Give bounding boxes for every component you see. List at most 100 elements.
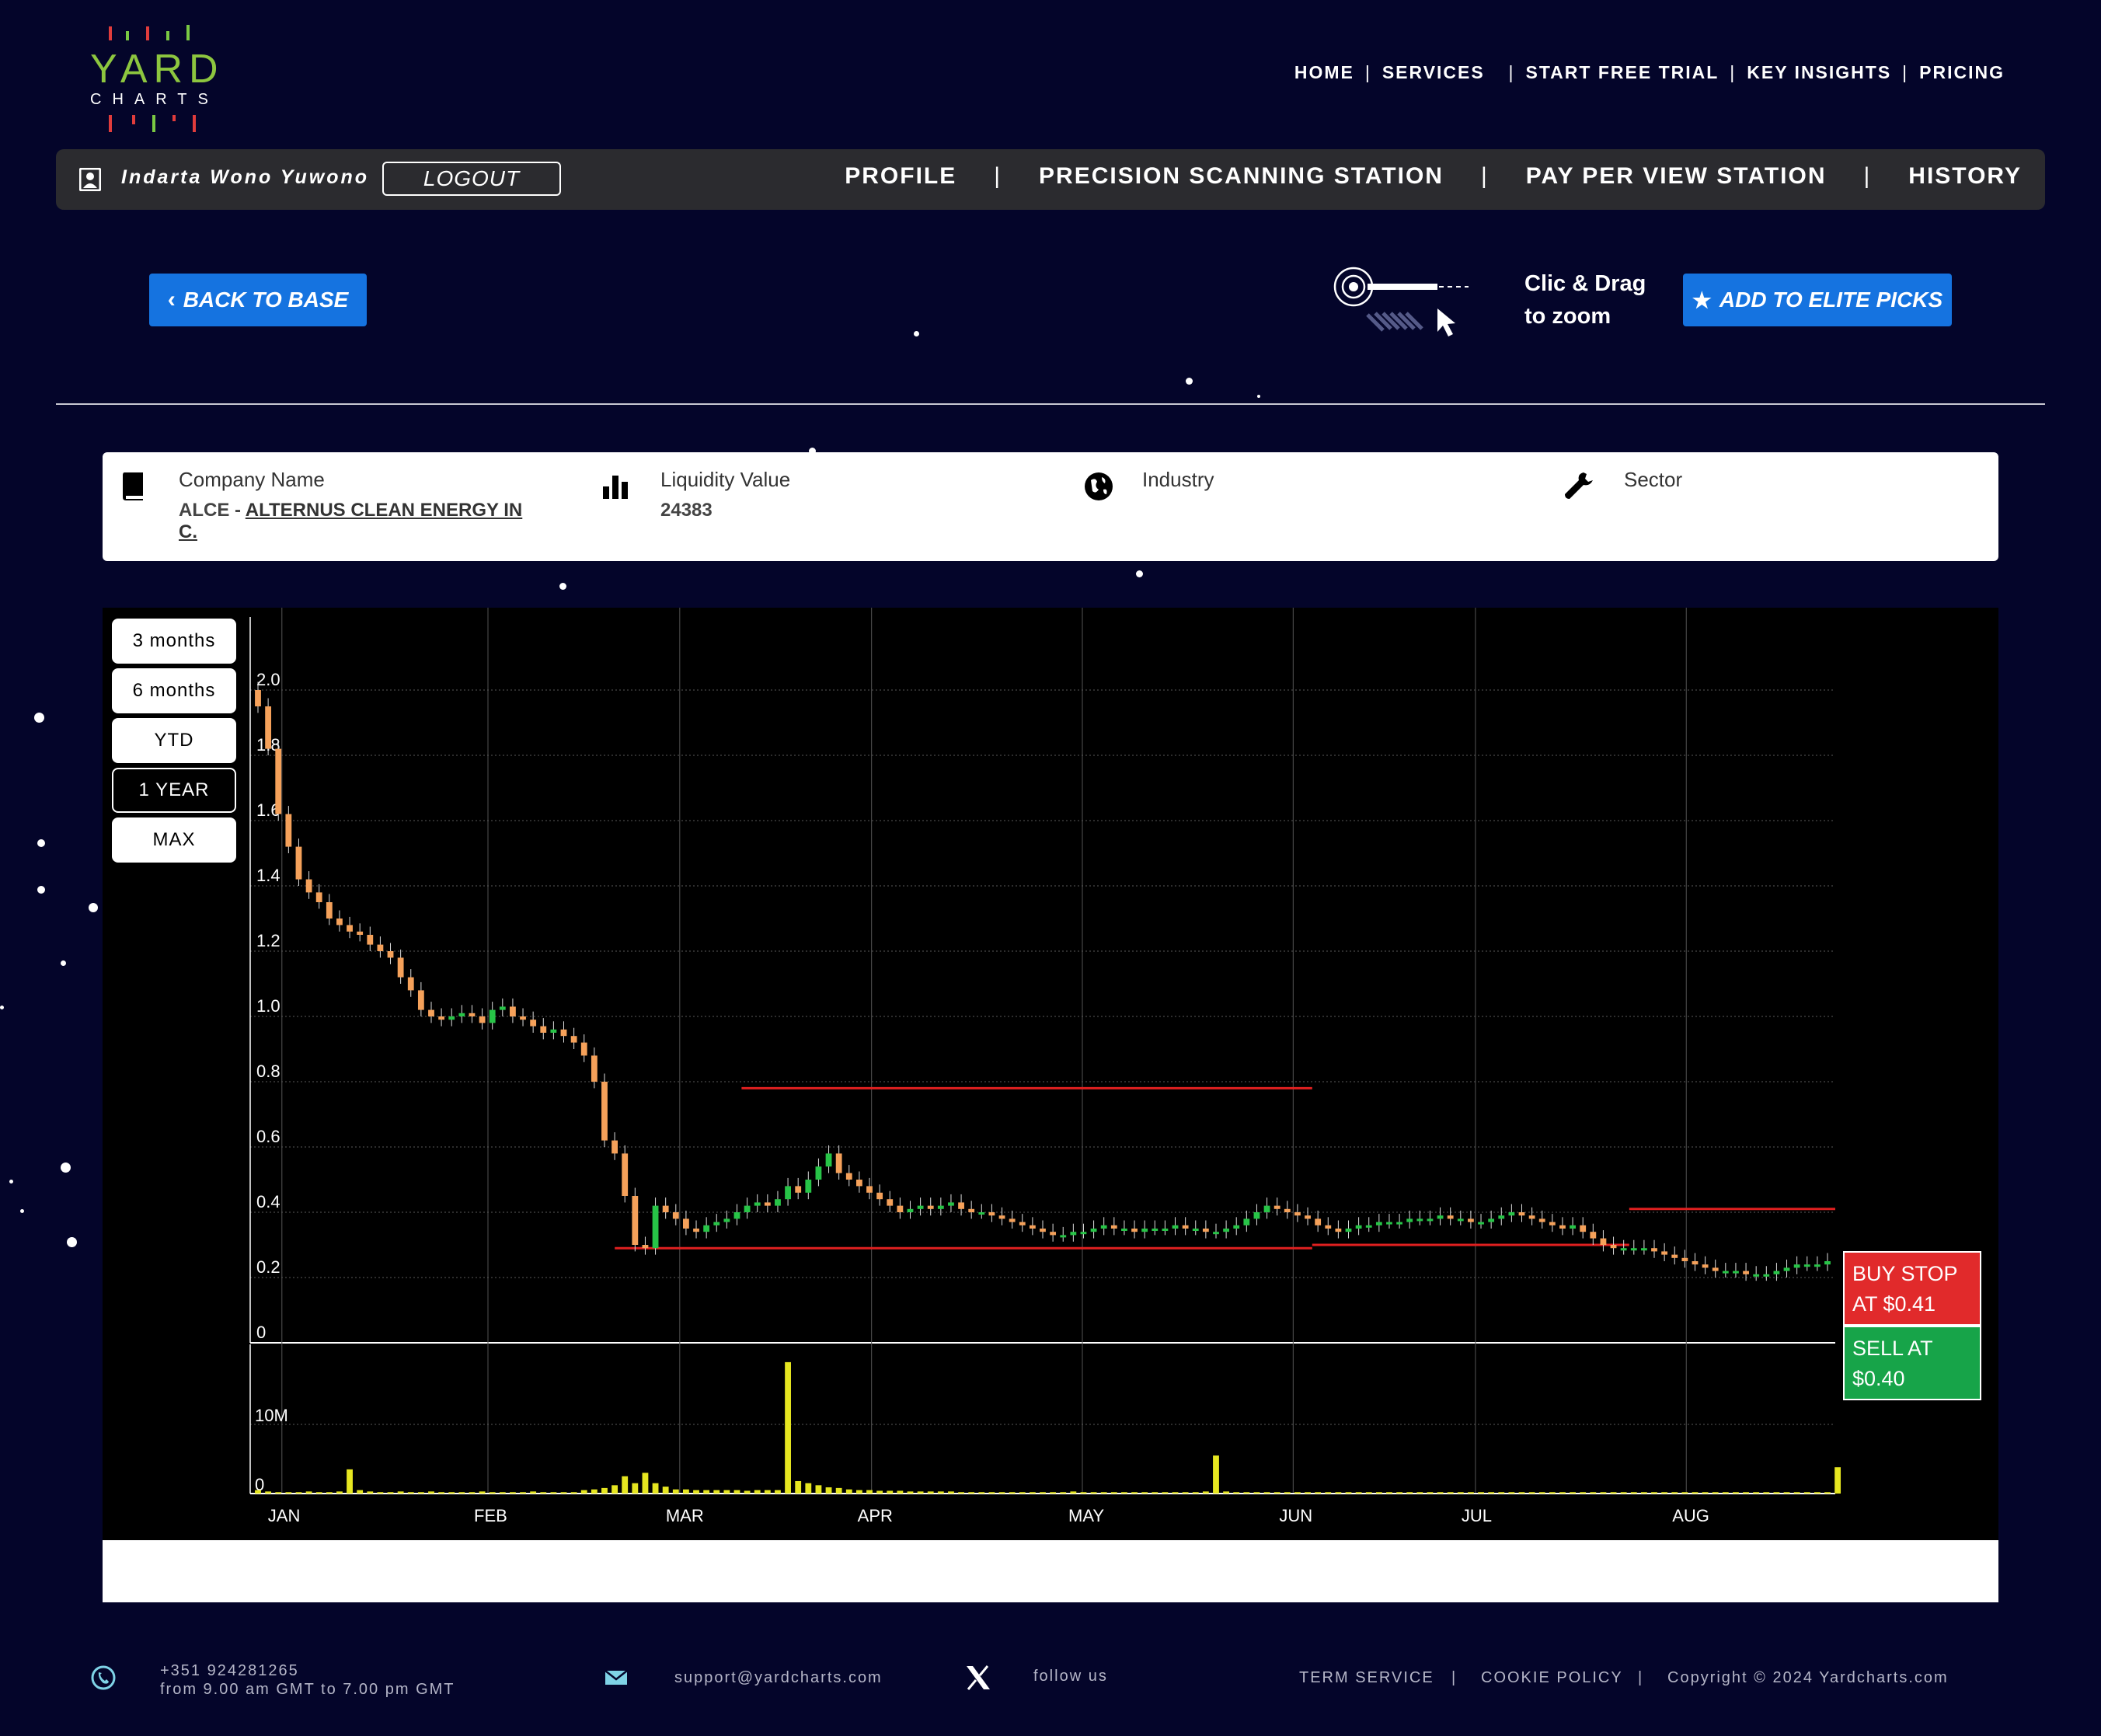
candle-body [988,1212,995,1216]
term-service-link[interactable]: TERM SERVICE [1299,1669,1434,1687]
star-decoration [914,331,919,336]
nav-pricing[interactable]: PRICING [1919,62,2005,83]
volume-bar [855,1490,862,1494]
cookie-policy-link[interactable]: COOKIE POLICY [1481,1669,1623,1687]
candle-body [315,892,322,902]
candle-body [948,1202,954,1206]
candle-body [652,1205,659,1249]
logout-button[interactable]: LOGOUT [382,162,561,196]
price-chart-panel[interactable]: 00.20.40.60.81.01.21.41.61.82.0JANFEBMAR… [103,608,1998,1540]
volume-bar [876,1490,883,1494]
volume-bar [1570,1492,1576,1494]
copyright: Copyright © 2024 Yardcharts.com [1667,1669,1949,1686]
contact-phone: +351 924281265 from 9.00 am GMT to 7.00 … [160,1661,455,1699]
candle-body [1406,1218,1413,1222]
price-tick-label: 1.2 [256,931,280,950]
candle-body [560,1029,567,1037]
volume-bar [377,1492,384,1494]
candle-body [1681,1257,1688,1261]
user-icon [78,167,102,192]
add-to-elite-picks-button[interactable]: ★ ADD TO ELITE PICKS [1683,274,1952,326]
candle-body [1386,1222,1392,1225]
volume-bar [1060,1492,1067,1494]
candle-body [458,1013,465,1016]
month-tick-label: APR [858,1506,893,1525]
volume-bar [1243,1492,1250,1494]
volume-bar [1263,1492,1270,1494]
nav-home[interactable]: HOME [1294,62,1354,83]
candle-body [642,1245,649,1249]
sell-at-badge: SELL AT $0.40 [1843,1326,1981,1400]
support-email[interactable]: support@yardcharts.com [674,1669,883,1687]
price-tick-label: 0 [256,1323,266,1342]
sector-label: Sector [1624,468,1683,491]
phone-number[interactable]: +351 924281265 [160,1661,455,1680]
x-twitter-icon[interactable] [965,1665,991,1691]
company-name-link[interactable]: ALTERNUS CLEAN ENERGY IN [246,500,522,521]
volume-bar [601,1487,608,1494]
volume-bar [265,1491,272,1494]
logo-word: YARD [90,47,225,92]
price-tick-label: 1.4 [256,866,280,885]
candle-body [580,1042,587,1056]
back-to-base-button[interactable]: ‹ BACK TO BASE [149,274,367,326]
follow-us-link[interactable]: follow us [1033,1668,1108,1685]
candle-body [295,846,302,880]
volume-bar [448,1492,455,1494]
nav-history[interactable]: HISTORY [1908,163,2022,190]
volume-bar [1661,1492,1668,1494]
range-max-button[interactable]: MAX [112,817,236,863]
volume-bar [1824,1492,1831,1494]
candle-body [499,1006,506,1010]
zoom-hint: Clic & Drag to zoom [1524,267,1646,333]
volume-bar [744,1490,751,1494]
volume-bar [1620,1492,1627,1494]
candle-body [1630,1248,1637,1251]
candle-body [1325,1225,1332,1229]
volume-bar [1467,1492,1474,1494]
company-name-link-cont[interactable]: C. [179,521,197,542]
volume-bar [1273,1492,1280,1494]
volume-bar [1722,1492,1729,1494]
candle-body [1528,1215,1535,1219]
nav-profile[interactable]: PROFILE [845,163,956,190]
yardcharts-logo[interactable]: YARD CHARTS [87,23,242,140]
candle-body [1416,1218,1423,1222]
volume-bar [1733,1492,1739,1494]
candle-body [417,990,424,1010]
nav-key-insights[interactable]: KEY INSIGHTS [1747,62,1891,83]
candle-body [845,1173,852,1180]
volume-bar [1375,1492,1382,1494]
volume-bar [275,1492,282,1494]
candle-body [927,1205,934,1209]
candle-body [1824,1261,1831,1265]
candle-body [1040,1229,1046,1232]
star-decoration [1136,570,1143,577]
nav-start-free-trial[interactable]: START FREE TRIAL [1526,62,1719,83]
volume-bar [1029,1492,1036,1494]
candle-body [1600,1238,1607,1245]
month-tick-label: MAY [1068,1506,1104,1525]
candle-body [1743,1271,1749,1274]
range-3-months-button[interactable]: 3 months [112,619,236,664]
volume-bar [285,1492,292,1494]
volume-bar [1305,1492,1311,1494]
candle-body [1162,1229,1169,1231]
volume-bar [713,1490,720,1494]
volume-bar [632,1483,639,1494]
volume-bar [1773,1492,1780,1494]
volume-bar [682,1489,689,1494]
price-chart[interactable]: 00.20.40.60.81.01.21.41.61.82.0JANFEBMAR… [103,608,1998,1540]
range-ytd-button[interactable]: YTD [112,718,236,763]
volume-bar [1121,1492,1127,1494]
volume-bar [1600,1492,1607,1494]
candle-body [1549,1222,1556,1225]
nav-services[interactable]: SERVICES [1382,62,1485,83]
nav-precision-scanning-station[interactable]: PRECISION SCANNING STATION [1039,163,1444,190]
nav-pay-per-view-station[interactable]: PAY PER VIEW STATION [1526,163,1827,190]
candle-body [540,1026,547,1033]
star-decoration [1186,378,1193,385]
candle-body [1396,1222,1403,1225]
range-6-months-button[interactable]: 6 months [112,668,236,713]
range-1-year-button[interactable]: 1 YEAR [112,768,236,813]
